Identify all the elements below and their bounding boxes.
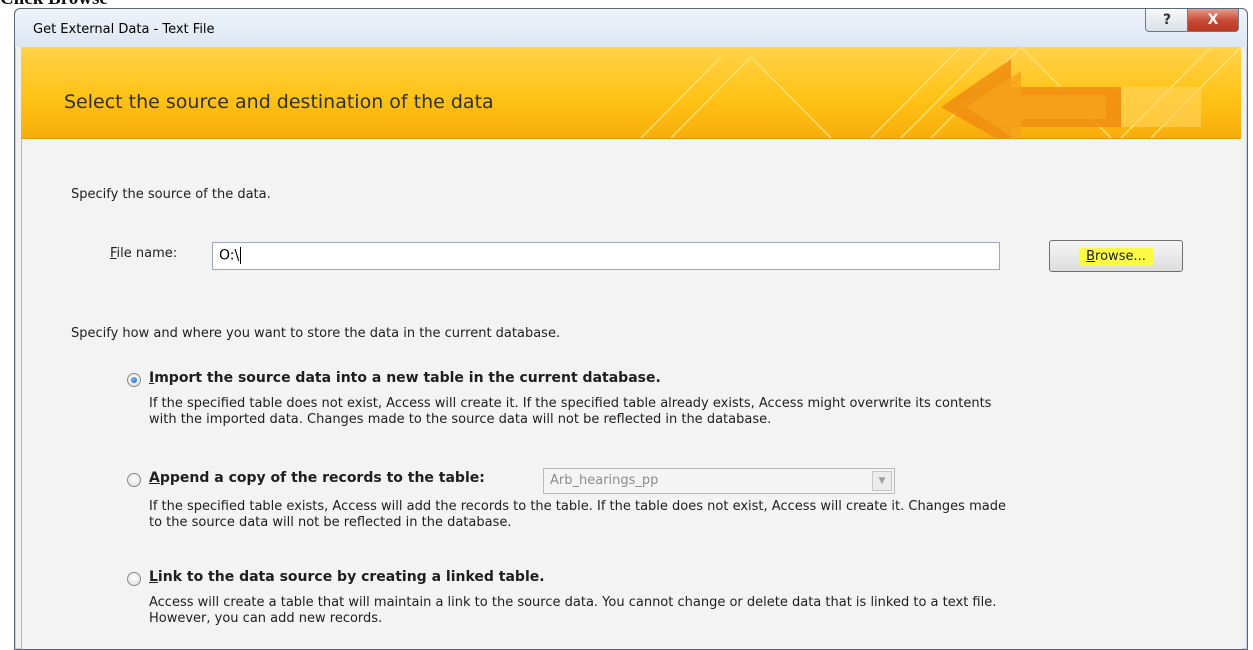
window-title: Get External Data - Text File <box>33 22 215 37</box>
help-button[interactable]: ? <box>1145 9 1189 32</box>
import-option-label[interactable]: Import the source data into a new table … <box>149 370 661 386</box>
title-bar: Get External Data - Text File ? X <box>15 9 1247 47</box>
close-icon: X <box>1207 12 1219 28</box>
dialog-content: Specify the source of the data. File nam… <box>21 139 1242 649</box>
chevron-down-icon[interactable]: ▼ <box>872 471 892 491</box>
append-table-select[interactable]: Arb_hearings_pp ▼ <box>543 468 895 494</box>
browse-button-label: Browse... <box>1079 247 1153 265</box>
storage-prompt: Specify how and where you want to store … <box>71 326 561 341</box>
link-option-description: Access will create a table that will mai… <box>149 595 997 626</box>
source-prompt: Specify the source of the data. <box>71 187 271 202</box>
link-radio[interactable] <box>127 572 141 586</box>
browse-button[interactable]: Browse... <box>1049 240 1183 272</box>
file-name-input[interactable]: O:\ <box>212 242 1000 270</box>
append-table-value: Arb_hearings_pp <box>550 473 659 488</box>
append-option-description: If the specified table exists, Access wi… <box>149 499 1006 530</box>
text-caret <box>240 247 242 264</box>
append-option-label[interactable]: Append a copy of the records to the tabl… <box>149 470 485 486</box>
file-name-label: File name: <box>110 246 178 261</box>
wizard-banner: Select the source and destination of the… <box>21 47 1241 139</box>
append-radio[interactable] <box>127 473 141 487</box>
banner-title: Select the source and destination of the… <box>64 91 494 113</box>
help-icon: ? <box>1162 12 1172 28</box>
import-option-description: If the specified table does not exist, A… <box>149 396 992 427</box>
close-button[interactable]: X <box>1187 9 1239 32</box>
dialog-window: Get External Data - Text File ? X Select… <box>14 8 1248 650</box>
import-radio[interactable] <box>127 373 141 387</box>
banner-arrow-graphic <box>640 47 1241 138</box>
link-option-label[interactable]: Link to the data source by creating a li… <box>149 569 545 585</box>
